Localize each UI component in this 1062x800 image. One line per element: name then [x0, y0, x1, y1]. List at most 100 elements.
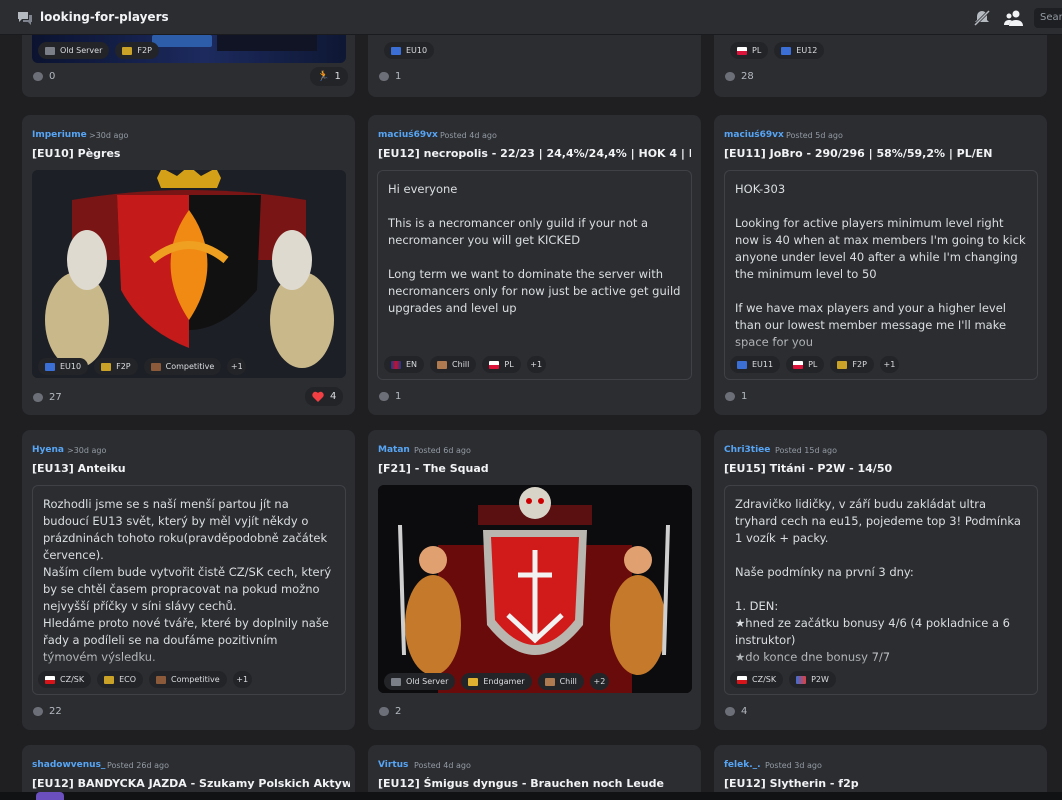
comment-count: 1: [379, 391, 401, 402]
tag: CZ/SK: [38, 671, 92, 688]
post-time: Posted 6d ago: [414, 446, 471, 455]
post-title: [EU10] Pègres: [32, 147, 121, 160]
tag: EN: [384, 356, 425, 373]
guild-crest-image: [32, 170, 346, 378]
comment-count: 1: [725, 391, 747, 402]
comment-icon: [725, 392, 735, 401]
post-card[interactable]: Hyena >30d ago [EU13] Anteiku Rozhodli j…: [22, 430, 355, 730]
tag: Competitive: [149, 671, 227, 688]
tag: EU11: [730, 356, 781, 373]
post-preview: HOK-303 Looking for active players minim…: [724, 170, 1038, 380]
comment-icon: [725, 72, 735, 81]
post-author[interactable]: maciuś69vx: [724, 130, 784, 140]
post-card[interactable]: EU10 1: [368, 35, 701, 97]
post-author[interactable]: Chri3tiee: [724, 445, 770, 455]
post-card[interactable]: Chri3tiee Posted 15d ago [EU15] Titáni -…: [714, 430, 1047, 730]
post-card[interactable]: Imperiume >30d ago [EU10] Pègres EU10 F2…: [22, 115, 355, 415]
post-preview-text: Hi everyone This is a necromancer only g…: [388, 182, 681, 315]
emoji-icon: 🏃: [317, 71, 330, 82]
tag: EU10: [38, 358, 89, 375]
bottom-bar: [0, 792, 1062, 800]
notification-muted-icon[interactable]: [973, 9, 991, 27]
post-preview: Zdravičko lidičky, v září budu zakládat …: [724, 485, 1038, 695]
post-card[interactable]: maciuś69vx Posted 4d ago [EU12] necropol…: [368, 115, 701, 415]
member-list-icon[interactable]: [1004, 9, 1024, 27]
tag: ECO: [97, 671, 144, 688]
tag: PL: [482, 356, 521, 373]
forum-channel-icon: [18, 12, 32, 25]
post-author[interactable]: shadowvenus_: [32, 760, 105, 770]
more-tags: +1: [526, 356, 546, 373]
post-time: Posted 26d ago: [107, 761, 169, 770]
post-card[interactable]: Matan Posted 6d ago [F21] - The Squad Ol…: [368, 430, 701, 730]
tag: Chill: [430, 356, 477, 373]
comment-icon: [379, 707, 389, 716]
comment-icon: [379, 72, 389, 81]
post-time: Posted 4d ago: [414, 761, 471, 770]
post-tags: Old Server Endgamer Chill +2: [384, 673, 609, 690]
post-time: Posted 4d ago: [440, 131, 497, 140]
avatar[interactable]: [36, 792, 64, 800]
post-title: [EU11] JoBro - 290/296 | 58%/59,2% | PL/…: [724, 147, 993, 160]
post-author[interactable]: Matan: [378, 445, 410, 455]
post-tags: EN Chill PL +1: [384, 356, 546, 373]
post-author[interactable]: Hyena: [32, 445, 64, 455]
tag: Old Server: [384, 673, 456, 690]
post-title: [EU13] Anteiku: [32, 462, 126, 475]
comment-count: 4: [725, 706, 747, 717]
post-author[interactable]: maciuś69vx: [378, 130, 438, 140]
post-thumbnail: [32, 170, 346, 378]
post-time: Posted 15d ago: [775, 446, 837, 455]
post-title: [EU15] Titáni - P2W - 14/50: [724, 462, 893, 475]
comment-count: 27: [33, 392, 62, 403]
post-preview-text: HOK-303 Looking for active players minim…: [735, 182, 1026, 349]
post-preview-text: Rozhodli jsme se s naší menší partou jít…: [43, 497, 332, 664]
tag: EU10: [384, 42, 435, 59]
post-time: >30d ago: [89, 131, 129, 140]
tag: F2P: [94, 358, 138, 375]
more-tags: +1: [227, 358, 247, 375]
search-input[interactable]: Search: [1034, 8, 1062, 28]
post-card[interactable]: maciuś69vx Posted 5d ago [EU11] JoBro - …: [714, 115, 1047, 415]
comment-count: 2: [379, 706, 401, 717]
channel-name: looking-for-players: [40, 10, 169, 24]
post-tags: Old Server F2P: [38, 42, 159, 59]
post-author[interactable]: Imperiume: [32, 130, 87, 140]
post-card[interactable]: PL EU12 28: [714, 35, 1047, 97]
comment-count: 0: [33, 71, 55, 82]
comment-count: 28: [725, 71, 754, 82]
tag: Endgamer: [461, 673, 532, 690]
more-tags: +2: [589, 673, 609, 690]
post-time: Posted 3d ago: [765, 761, 822, 770]
post-preview-text: Zdravičko lidičky, v září budu zakládat …: [735, 497, 1021, 664]
post-tags: CZ/SK ECO Competitive +1: [38, 671, 252, 688]
post-preview: Rozhodli jsme se s naší menší partou jít…: [32, 485, 346, 695]
post-title: [EU12] Śmigus dyngus - Brauchen noch Leu…: [378, 777, 664, 790]
tag: Competitive: [143, 358, 222, 375]
post-tags: EU11 PL F2P +1: [730, 356, 899, 373]
post-tags: PL EU12: [730, 42, 825, 59]
tag: CZ/SK: [730, 671, 784, 688]
post-title: [EU12] BANDYCKA JAZDA - Szukamy Polskich…: [32, 777, 350, 790]
reaction-button[interactable]: 4: [305, 387, 344, 406]
post-author[interactable]: felek._.: [724, 760, 761, 770]
post-card[interactable]: Old Server F2P 0 🏃 1: [22, 35, 355, 97]
tag: PL: [786, 356, 825, 373]
guild-crest-image: [378, 485, 692, 693]
more-tags: +1: [232, 671, 252, 688]
post-author[interactable]: Virtus: [378, 760, 408, 770]
tag: PL: [730, 42, 769, 59]
reaction-button[interactable]: 🏃 1: [310, 67, 348, 86]
tag: P2W: [789, 671, 836, 688]
post-tags: CZ/SK P2W: [730, 671, 836, 688]
tag: Old Server: [38, 42, 110, 59]
post-thumbnail: [378, 485, 692, 693]
comment-icon: [33, 707, 43, 716]
post-time: >30d ago: [67, 446, 107, 455]
more-tags: +1: [879, 356, 899, 373]
comment-icon: [379, 392, 389, 401]
tag: Chill: [537, 673, 584, 690]
post-tags: EU10 F2P Competitive +1: [38, 358, 247, 375]
post-tags: EU10: [384, 42, 435, 59]
comment-count: 22: [33, 706, 62, 717]
